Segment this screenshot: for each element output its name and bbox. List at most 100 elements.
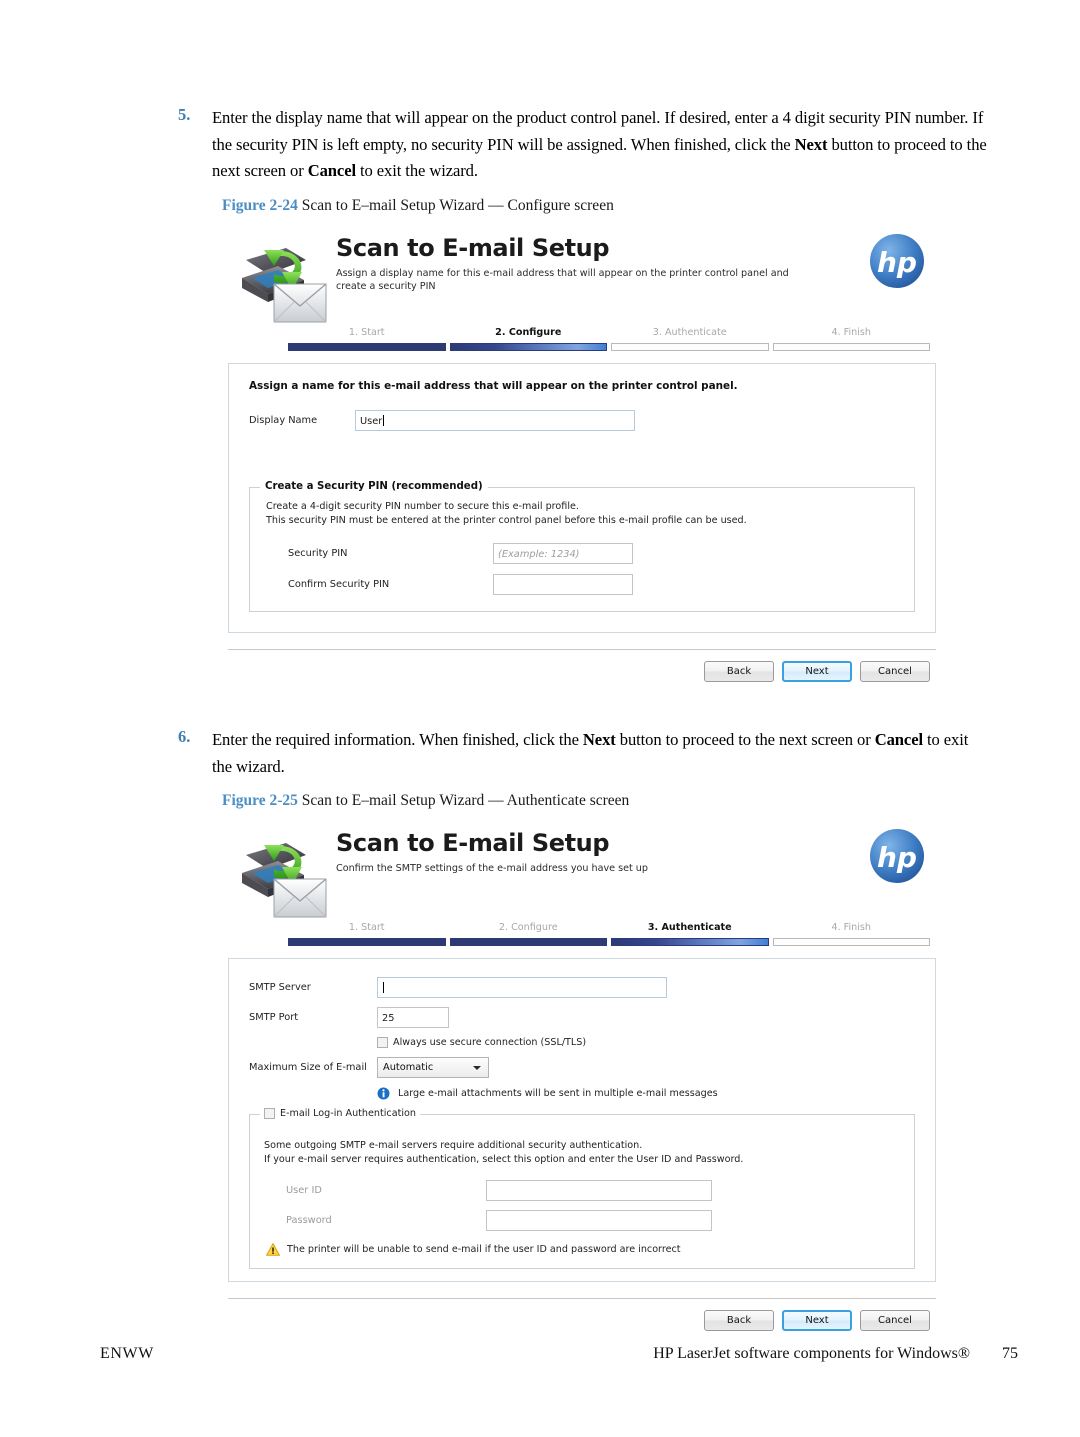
wizard-screenshot-configure: Scan to E-mail Setup Assign a display na… — [228, 228, 936, 686]
wizard-step-bar — [449, 938, 607, 946]
confirm-pin-input[interactable] — [493, 574, 633, 595]
auth-checkbox[interactable] — [264, 1108, 275, 1119]
wizard-step-label: 3. Authenticate — [647, 922, 732, 933]
wizard-button-row: Back Next Cancel — [228, 1299, 936, 1335]
smtp-server-row: SMTP Server — [249, 977, 915, 998]
security-pin-description: Create a 4-digit security PIN number to … — [266, 500, 898, 527]
text-caret — [383, 415, 385, 426]
max-size-value: Automatic — [383, 1062, 434, 1073]
wizard-step-bar — [449, 343, 607, 351]
display-name-value: User — [360, 416, 383, 427]
next-button[interactable]: Next — [782, 661, 852, 682]
pin-desc-line-1: Create a 4-digit security PIN number to … — [266, 501, 579, 512]
wizard-subtitle: Assign a display name for this e-mail ad… — [336, 268, 789, 292]
user-id-row: User ID — [286, 1180, 900, 1201]
wizard-step-label: 1. Start — [348, 327, 385, 338]
auth-desc-line-1: Some outgoing SMTP e-mail servers requir… — [264, 1140, 643, 1151]
pin-desc-line-2: This security PIN must be entered at the… — [266, 514, 747, 526]
warning-note: The printer will be unable to send e-mai… — [266, 1243, 900, 1256]
wizard-step-indicator: 1. Start 2. Configure 3. Authenticate 4.… — [288, 326, 930, 353]
auth-group: E-mail Log-in Authentication Some outgoi… — [249, 1108, 915, 1269]
step-text-bold-next: Next — [582, 730, 616, 749]
figure-caption-2-25: Figure 2-25 Scan to E–mail Setup Wizard … — [222, 792, 629, 810]
wizard-title: Scan to E-mail Setup — [336, 234, 610, 262]
user-id-input[interactable] — [486, 1180, 712, 1201]
smtp-server-input[interactable] — [377, 977, 667, 998]
step-text-bold-cancel: Cancel — [874, 730, 923, 749]
wizard-step-authenticate[interactable]: 3. Authenticate — [611, 326, 769, 353]
max-size-label: Maximum Size of E-mail — [249, 1062, 367, 1073]
wizard-screenshot-authenticate: Scan to E-mail Setup Confirm the SMTP se… — [228, 823, 936, 1335]
wizard-step-bar — [611, 343, 769, 351]
display-name-input[interactable]: User — [355, 410, 635, 431]
wizard-step-start[interactable]: 1. Start — [288, 921, 446, 948]
warning-icon — [266, 1243, 280, 1256]
next-button[interactable]: Next — [782, 1310, 852, 1331]
security-pin-group: Create a Security PIN (recommended) Crea… — [249, 481, 915, 612]
wizard-step-finish[interactable]: 4. Finish — [772, 921, 930, 948]
ssl-checkbox-row[interactable]: Always use secure connection (SSL/TLS) — [377, 1037, 586, 1048]
warning-note-text: The printer will be unable to send e-mai… — [287, 1244, 681, 1255]
smtp-port-value: 25 — [382, 1013, 395, 1024]
back-button[interactable]: Back — [704, 1310, 774, 1331]
step-number: 5. — [178, 105, 191, 124]
ssl-checkbox-label: Always use secure connection (SSL/TLS) — [393, 1037, 587, 1048]
wizard-header: Scan to E-mail Setup Assign a display na… — [228, 228, 936, 323]
ssl-row: Always use secure connection (SSL/TLS) — [249, 1037, 915, 1048]
step-text: Enter the display name that will appear … — [212, 105, 988, 185]
wizard-step-bar — [772, 938, 930, 946]
wizard-step-finish[interactable]: 4. Finish — [772, 326, 930, 353]
security-pin-label: Security PIN — [288, 548, 348, 559]
configure-panel: Assign a name for this e-mail address th… — [228, 363, 936, 633]
chevron-down-icon — [473, 1065, 481, 1070]
footer-chapter: HP LaserJet software components for Wind… — [653, 1345, 1018, 1363]
step-item-6: 6. Enter the required information. When … — [178, 727, 988, 780]
scanner-email-icon — [242, 248, 327, 323]
smtp-port-row: SMTP Port 25 — [249, 1007, 915, 1028]
figure-label: Figure 2-25 — [222, 792, 298, 809]
smtp-port-input[interactable]: 25 — [377, 1007, 449, 1028]
display-name-label: Display Name — [249, 415, 318, 426]
auth-checkbox-label: E-mail Log-in Authentication — [280, 1108, 416, 1119]
step-text-seg: button to proceed to the next screen or — [615, 730, 875, 749]
wizard-step-label: 3. Authenticate — [652, 327, 727, 338]
figure-title: Scan to E–mail Setup Wizard — Authentica… — [301, 792, 630, 809]
step-item-5: 5. Enter the display name that will appe… — [178, 105, 988, 185]
wizard-header: Scan to E-mail Setup Confirm the SMTP se… — [228, 823, 936, 918]
step-text-bold-cancel: Cancel — [307, 161, 356, 180]
ssl-checkbox[interactable] — [377, 1037, 388, 1048]
wizard-step-label: 1. Start — [348, 922, 385, 933]
svg-text:hp: hp — [877, 841, 917, 874]
hp-logo-icon: hp — [870, 829, 924, 883]
hp-logo-icon: hp — [870, 234, 924, 288]
security-pin-input[interactable]: (Example: 1234) — [493, 543, 633, 564]
display-name-row: Display Name User — [249, 410, 915, 431]
figure-caption-2-24: Figure 2-24 Scan to E–mail Setup Wizard … — [222, 197, 614, 215]
back-button[interactable]: Back — [704, 661, 774, 682]
user-id-label: User ID — [286, 1185, 322, 1196]
wizard-step-configure[interactable]: 2. Configure — [449, 326, 607, 353]
confirm-pin-row: Confirm Security PIN — [288, 574, 898, 595]
page-number: 75 — [1002, 1345, 1018, 1362]
wizard-step-bar — [772, 343, 930, 351]
wizard-step-configure[interactable]: 2. Configure — [449, 921, 607, 948]
max-size-select[interactable]: Automatic — [377, 1057, 489, 1078]
security-pin-placeholder: (Example: 1234) — [498, 549, 580, 560]
scanner-email-icon — [242, 843, 327, 918]
footer-locale: ENWW — [100, 1345, 154, 1362]
wizard-step-start[interactable]: 1. Start — [288, 326, 446, 353]
figure-label: Figure 2-24 — [222, 197, 298, 214]
wizard-step-authenticate[interactable]: 3. Authenticate — [611, 921, 769, 948]
cancel-button[interactable]: Cancel — [860, 1310, 930, 1331]
wizard-title: Scan to E-mail Setup — [336, 829, 610, 857]
wizard-step-label: 2. Configure — [498, 922, 558, 933]
step-text: Enter the required information. When fin… — [212, 727, 988, 780]
page-footer: ENWW HP LaserJet software components for… — [0, 1345, 1080, 1375]
auth-checkbox-row[interactable]: E-mail Log-in Authentication — [260, 1108, 420, 1119]
wizard-step-bar — [288, 938, 446, 946]
password-input[interactable] — [486, 1210, 712, 1231]
cancel-button[interactable]: Cancel — [860, 661, 930, 682]
auth-desc-line-2: If your e-mail server requires authentic… — [264, 1153, 744, 1165]
info-note-row: Large e-mail attachments will be sent in… — [249, 1087, 915, 1100]
password-label: Password — [286, 1215, 332, 1226]
